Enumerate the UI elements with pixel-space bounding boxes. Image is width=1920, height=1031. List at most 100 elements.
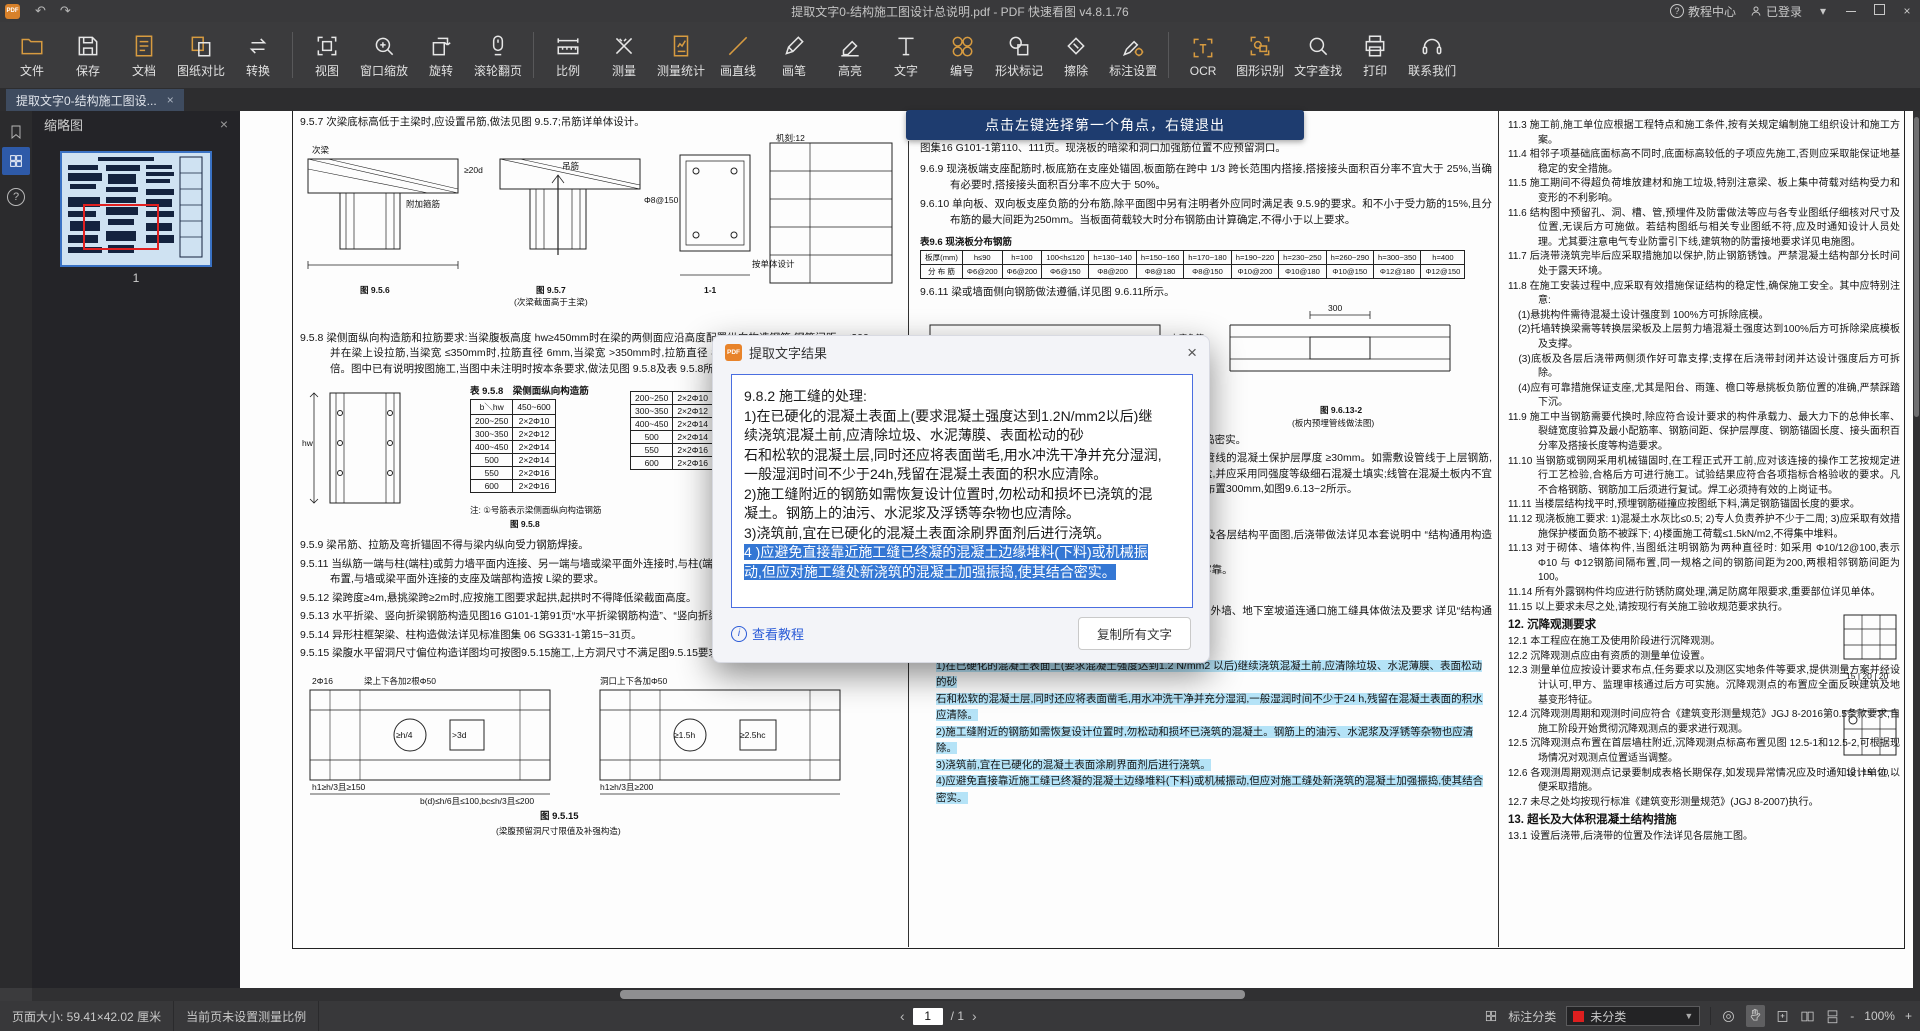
continuous-scroll-icon[interactable] <box>1825 1009 1840 1024</box>
toolbar-drawing-compare[interactable]: 图纸对比 <box>172 25 230 85</box>
print-icon <box>1362 31 1388 59</box>
dialog-close-icon[interactable]: × <box>1187 344 1197 361</box>
detail-figure: 12 | 15 | 20 <box>1840 707 1904 787</box>
toolbar-highlight[interactable]: 高亮 <box>822 25 878 85</box>
doc-paragraph: 9.6.10 单向板、双向板支座负筋的分布筋,除平面图中另有注明者外应同时满足表… <box>920 197 1492 228</box>
horizontal-scrollbar-thumb[interactable] <box>620 990 1245 999</box>
view-tutorial-link[interactable]: i 查看教程 <box>731 624 804 643</box>
page-number-input[interactable]: 1 <box>913 1008 943 1025</box>
table-value-cell: Φ6@200 <box>1002 265 1042 279</box>
bookmarks-panel-button[interactable] <box>2 118 30 146</box>
redo-icon[interactable]: ↷ <box>60 3 71 19</box>
copy-all-text-button[interactable]: 复制所有文字 <box>1078 617 1191 650</box>
bookmark-icon <box>8 124 24 140</box>
undo-icon[interactable]: ↶ <box>35 3 46 19</box>
tutorial-center-button[interactable]: ? 教程中心 <box>1670 3 1736 20</box>
thumbnails-panel-button[interactable] <box>2 147 30 175</box>
add-note-icon[interactable] <box>1775 1009 1790 1024</box>
prev-page-button[interactable]: ‹ <box>900 1008 905 1024</box>
menu-caret-icon[interactable]: ▾ <box>1816 4 1830 18</box>
toolbar-shape-mark[interactable]: 形状标记 <box>990 25 1048 85</box>
toolbar-text-search[interactable]: 文字查找 <box>1289 25 1347 85</box>
table-value-cell: Φ8@180 <box>1136 265 1183 279</box>
table-header-cell: h=230~250 <box>1279 251 1326 265</box>
toolbar-save[interactable]: 保存 <box>60 25 116 85</box>
category-dropdown[interactable]: 未分类 ▼ <box>1566 1006 1700 1026</box>
figure-caption: 图 9.5.7 <box>536 285 566 295</box>
dialog-header[interactable]: PDF 提取文字结果 × <box>713 336 1209 368</box>
page-navigation: ‹ 1 / 1 › <box>900 1008 977 1025</box>
zoom-out-button[interactable]: - <box>1850 1009 1854 1023</box>
toolbar-measure[interactable]: 测量 <box>596 25 652 85</box>
toolbar-measure-stats[interactable]: 测量统计 <box>652 25 710 85</box>
close-button[interactable]: × <box>1900 4 1914 18</box>
toolbar-document[interactable]: 文档 <box>116 25 172 85</box>
extracted-text-panel[interactable]: 9.8.2 施工缝的处理:1)在已硬化的混凝土表面上(要求混凝土强度达到1.2N… <box>731 374 1193 608</box>
vertical-scrollbar[interactable] <box>1913 111 1920 988</box>
toolbar-rotate[interactable]: 旋转 <box>413 25 469 85</box>
toolbar-pen[interactable]: 画笔 <box>766 25 822 85</box>
toolbar-shape-recognition[interactable]: 图形识别 <box>1231 25 1289 85</box>
toolbar-print[interactable]: 打印 <box>1347 25 1403 85</box>
doc-paragraph: 11.14 所有外露钢构件均应进行防锈防腐处理,满足防腐年限要求,重要部位详见单… <box>1508 586 1900 601</box>
dimension-label: 次梁 <box>312 145 329 155</box>
toolbar-scale[interactable]: 比例 <box>540 25 596 85</box>
beam-figure-row: 图 9.5.6 图 9.5.7 (次梁截面高于主梁) 1-1 ≥20d Φ8@1… <box>300 135 900 331</box>
document-tab[interactable]: 提取文字0-结构施工图设... × <box>6 89 184 111</box>
visibility-icon[interactable] <box>1721 1009 1736 1024</box>
shape-mark-icon <box>1006 31 1032 59</box>
thumbnail-page-number: 1 <box>60 271 212 285</box>
view-icon <box>314 31 340 59</box>
doc-paragraph: 11.12 现浇板施工要求: 1)混凝土水灰比≤0.5; 2)专人负责养护不少于… <box>1508 513 1900 542</box>
help-panel-button[interactable]: ? <box>2 183 30 211</box>
extracted-text-line: 凝土。钢筋上的油污、水泥浆及浮锈等杂物也应清除。 <box>744 504 1182 524</box>
toolbar-scroll-page[interactable]: 滚轮翻页 <box>469 25 527 85</box>
toolbar-ocr[interactable]: OCR <box>1175 25 1231 85</box>
login-status[interactable]: 已登录 <box>1750 3 1802 20</box>
doc-paragraph: 13.1 设置后浇带,后浇带的位置及作法详见各层施工图。 <box>1508 830 1900 845</box>
zoom-in-button[interactable]: + <box>1905 1009 1912 1023</box>
thumbnail-panel-title: 缩略图 <box>44 115 83 134</box>
toolbar-convert[interactable]: 转换 <box>230 25 286 85</box>
toolbar-view[interactable]: 视图 <box>299 25 355 85</box>
extracted-text-line: 2)施工缝附近的钢筋如需恢复设计位置时,勿松动和损坏已浇筑的混 <box>744 485 1182 505</box>
dimension-label: ≥1.5h <box>674 730 695 740</box>
panel-close-icon[interactable]: × <box>220 116 228 132</box>
page-thumbnail[interactable] <box>60 151 212 267</box>
annotation-category-icon <box>1484 1009 1498 1023</box>
extracted-text-line: 9.8.2 施工缝的处理: <box>744 387 1182 407</box>
extracted-text-line: 一般湿润时间不少于24h,残留在混凝土表面的积水应清除。 <box>744 465 1182 485</box>
table-value-cell: Φ6@150 <box>1042 265 1089 279</box>
toolbar-separator <box>533 32 534 78</box>
hand-tool-button[interactable] <box>1746 1005 1765 1027</box>
toolbar-text[interactable]: 文字 <box>878 25 934 85</box>
page-size-status: 页面大小: 59.41×42.02 厘米 <box>0 1001 173 1031</box>
facing-pages-icon[interactable] <box>1800 1009 1815 1024</box>
toolbar-erase[interactable]: 擦除 <box>1048 25 1104 85</box>
toolbar-file[interactable]: 文件 <box>4 25 60 85</box>
table-value-cell: Φ8@150 <box>1184 265 1231 279</box>
minimize-button[interactable] <box>1844 4 1858 18</box>
toolbar-annotation-settings[interactable]: 标注设置 <box>1104 25 1162 85</box>
dimension-label: 机刻:12 <box>776 133 805 143</box>
doc-paragraph: 11.11 当楼层结构找平时,预埋钢筋碰撞应按图纸下料,满足钢筋锚固长度的要求。 <box>1508 498 1900 513</box>
table-row: 5002×2Φ14 <box>631 431 713 444</box>
extract-text-dialog: PDF 提取文字结果 × 9.8.2 施工缝的处理:1)在已硬化的混凝土表面上(… <box>712 335 1210 663</box>
toolbar-contact-us[interactable]: 联系我们 <box>1403 25 1461 85</box>
toolbar-draw-line[interactable]: 画直线 <box>710 25 766 85</box>
thumbnail-panel: 缩略图 × <box>32 111 241 988</box>
number-badge-icon <box>949 31 975 59</box>
horizontal-scrollbar[interactable] <box>32 988 1920 1001</box>
tab-close-icon[interactable]: × <box>167 93 174 107</box>
left-rail: ? <box>0 111 32 988</box>
status-bar: 页面大小: 59.41×42.02 厘米 当前页未设置测量比例 ‹ 1 / 1 … <box>0 1001 1920 1031</box>
toolbar-number[interactable]: 编号 <box>934 25 990 85</box>
figure-caption: 图 9.6.13-2 <box>1320 405 1362 415</box>
table-row: 6002×2Φ16 <box>471 480 556 493</box>
table-header-cell: 100<h≤120 <box>1042 251 1089 265</box>
vertical-scrollbar-thumb[interactable] <box>1914 117 1919 417</box>
maximize-button[interactable] <box>1872 4 1886 18</box>
next-page-button[interactable]: › <box>972 1008 977 1024</box>
toolbar-window-zoom[interactable]: 窗口缩放 <box>355 25 413 85</box>
table-958: b＼hw450~600 200~2502×2Φ10300~3502×2Φ1240… <box>470 399 556 493</box>
